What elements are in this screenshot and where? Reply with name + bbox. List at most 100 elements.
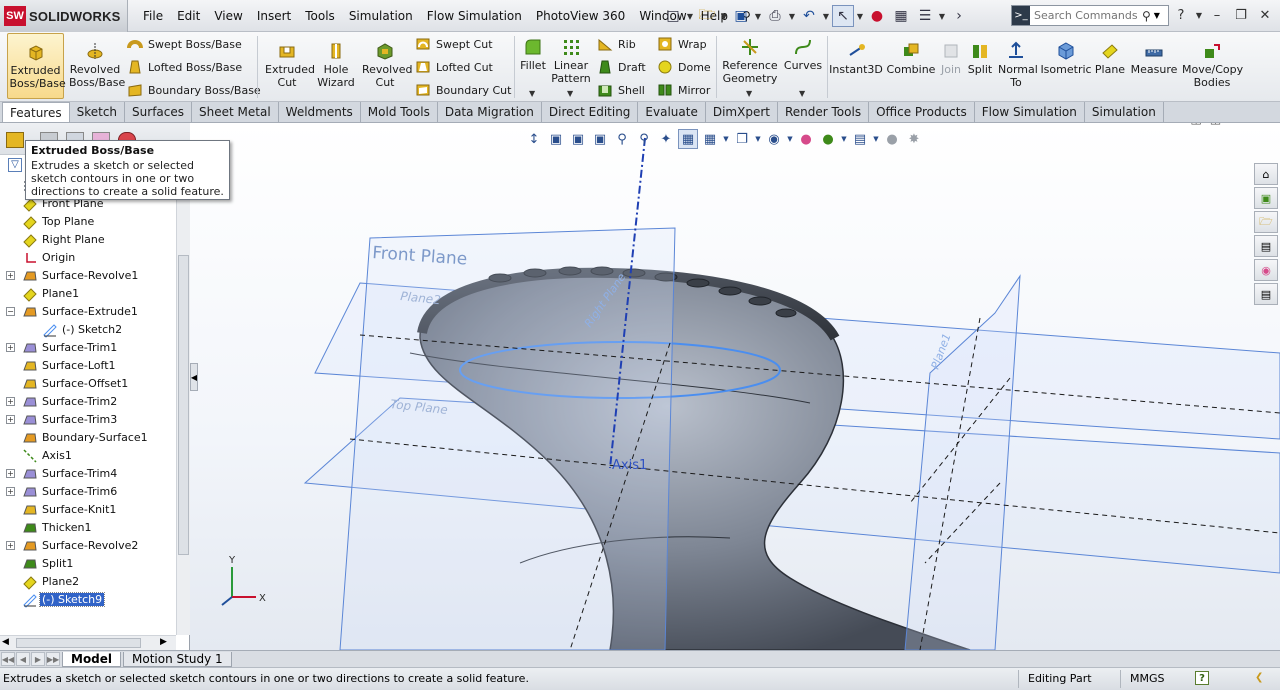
chevron-down-icon[interactable]: ▼: [722, 129, 730, 149]
file-explorer-icon[interactable]: 🗁: [1254, 211, 1278, 233]
feature-tree-item[interactable]: (-) Sketch9: [0, 591, 176, 609]
isometric-button[interactable]: Isometric: [1040, 41, 1092, 76]
tab-dimxpert[interactable]: DimXpert: [706, 102, 778, 122]
feature-tree-item[interactable]: Plane2: [0, 573, 176, 591]
tab-office-products[interactable]: Office Products: [869, 102, 975, 122]
chevron-down-icon[interactable]: ▼: [567, 89, 573, 98]
feature-tree-item[interactable]: Surface-Loft1: [0, 357, 176, 375]
chevron-down-icon[interactable]: ▼: [872, 129, 880, 149]
expand-icon[interactable]: +: [6, 469, 15, 478]
expand-icon[interactable]: +: [6, 415, 15, 424]
feature-tree-item[interactable]: + Surface-Trim6: [0, 483, 176, 501]
feature-tree-item[interactable]: + Surface-Trim4: [0, 465, 176, 483]
shadows-icon[interactable]: ✸: [904, 129, 924, 149]
save-icon[interactable]: ▣: [730, 5, 752, 27]
chevron-down-icon[interactable]: ▼: [720, 12, 728, 21]
rebuild-traffic-light-icon[interactable]: ●: [866, 5, 888, 27]
combine-button[interactable]: Combine: [887, 41, 935, 76]
feature-tree-item[interactable]: Axis1: [0, 447, 176, 465]
feature-tree-item[interactable]: Right Plane: [0, 231, 176, 249]
edit-appearance-icon[interactable]: ❐: [732, 129, 752, 149]
collapse-icon[interactable]: −: [6, 307, 15, 316]
tab-sheet-metal[interactable]: Sheet Metal: [192, 102, 279, 122]
front-plane-outline[interactable]: [339, 227, 676, 650]
linear-pattern-button[interactable]: Linear Pattern: [550, 37, 592, 85]
quick-tips-help-icon[interactable]: ?: [1195, 671, 1209, 685]
tab-model[interactable]: Model: [62, 651, 122, 667]
menu-view[interactable]: View: [207, 9, 249, 23]
chevron-left-icon[interactable]: ❮: [1255, 672, 1263, 683]
feature-tree-item[interactable]: Origin: [0, 249, 176, 267]
menu-insert[interactable]: Insert: [250, 9, 298, 23]
chevron-down-icon[interactable]: ▼: [686, 12, 694, 21]
revolved-cut-button[interactable]: Revolved Cut: [360, 41, 412, 89]
boundary-boss-base-button[interactable]: Boundary Boss/Base: [127, 80, 261, 100]
search-commands-input[interactable]: [1030, 9, 1142, 22]
feature-tree-item[interactable]: + Surface-Trim2: [0, 393, 176, 411]
view-orientation-icon[interactable]: ✦: [656, 129, 676, 149]
menu-edit[interactable]: Edit: [170, 9, 207, 23]
restore-icon[interactable]: ❐: [1243, 123, 1254, 126]
tab-evaluate[interactable]: Evaluate: [638, 102, 706, 122]
boundary-cut-button[interactable]: Boundary Cut: [415, 80, 511, 100]
split-button[interactable]: Split: [967, 41, 993, 76]
plane-button[interactable]: Plane: [1094, 41, 1126, 76]
feature-tree-item[interactable]: + Surface-Revolve1: [0, 267, 176, 285]
feature-tree-item[interactable]: Plane1: [0, 285, 176, 303]
tab-surfaces[interactable]: Surfaces: [125, 102, 193, 122]
minimize-icon[interactable]: –: [1229, 123, 1235, 126]
tab-render-tools[interactable]: Render Tools: [778, 102, 870, 122]
close-icon[interactable]: ✕: [1262, 123, 1272, 126]
tab-direct-editing[interactable]: Direct Editing: [542, 102, 639, 122]
appearances-scenes-icon[interactable]: ◉: [1254, 259, 1278, 281]
tile-horizontal-icon[interactable]: ◫: [1190, 123, 1201, 126]
display-style-icon[interactable]: ▦: [678, 129, 698, 149]
instant3d-button[interactable]: Instant3D: [829, 41, 883, 76]
curves-button[interactable]: Curves: [783, 37, 823, 72]
chevron-down-icon[interactable]: ▼: [1154, 11, 1160, 20]
new-document-icon[interactable]: □: [662, 5, 684, 27]
chevron-down-icon[interactable]: ▼: [856, 12, 864, 21]
lofted-cut-button[interactable]: Lofted Cut: [415, 57, 493, 77]
appearance-color-icon[interactable]: ●: [796, 129, 816, 149]
menu-simulation[interactable]: Simulation: [342, 9, 420, 23]
solidworks-logo[interactable]: SW SOLIDWORKS: [0, 0, 128, 32]
fillet-button[interactable]: Fillet: [518, 37, 548, 72]
scroll-left-icon[interactable]: ◀: [2, 637, 9, 647]
tab-data-migration[interactable]: Data Migration: [438, 102, 542, 122]
chevron-down-icon[interactable]: ▼: [799, 89, 805, 98]
menu-flow-simulation[interactable]: Flow Simulation: [420, 9, 529, 23]
feature-tree-item[interactable]: Split1: [0, 555, 176, 573]
feature-tree-item[interactable]: + Surface-Trim1: [0, 339, 176, 357]
panel-collapse-handle[interactable]: ◀: [190, 363, 198, 391]
tab-features[interactable]: Features: [2, 102, 70, 122]
solidworks-resources-icon[interactable]: ⌂: [1254, 163, 1278, 185]
chevron-down-icon[interactable]: ▼: [529, 89, 535, 98]
options-icon[interactable]: ☰: [914, 5, 936, 27]
section-view-icon[interactable]: ▣: [590, 129, 610, 149]
zoom-to-fit-icon[interactable]: ↕: [524, 129, 544, 149]
feature-tree-item[interactable]: Top Plane: [0, 213, 176, 231]
graphics-area[interactable]: Front Plane Plane2 Top Plane Right Plane…: [190, 123, 1280, 650]
next-tab-icon[interactable]: ▶: [31, 652, 45, 666]
first-tab-icon[interactable]: ◀◀: [1, 652, 15, 666]
restore-icon[interactable]: ❐: [1230, 5, 1252, 25]
undo-icon[interactable]: ↶: [798, 5, 820, 27]
tree-vertical-scrollbar[interactable]: [176, 155, 190, 635]
revolved-boss-base-button[interactable]: Revolved Boss/Base: [68, 41, 125, 89]
chevron-down-icon[interactable]: ▼: [786, 129, 794, 149]
menu-photoview-360[interactable]: PhotoView 360: [529, 9, 632, 23]
swept-cut-button[interactable]: Swept Cut: [415, 34, 493, 54]
tab-weldments[interactable]: Weldments: [279, 102, 361, 122]
filter-icon[interactable]: ▽: [8, 158, 22, 172]
scroll-right-icon[interactable]: ▶: [160, 637, 167, 647]
feature-tree-item[interactable]: Surface-Knit1: [0, 501, 176, 519]
menu-tools[interactable]: Tools: [298, 9, 342, 23]
last-tab-icon[interactable]: ▶▶: [46, 652, 60, 666]
draft-button[interactable]: Draft: [597, 57, 646, 77]
chevron-down-icon[interactable]: ▼: [754, 12, 762, 21]
expand-icon[interactable]: +: [6, 397, 15, 406]
shell-button[interactable]: Shell: [597, 80, 645, 100]
view-settings-icon[interactable]: ▤: [850, 129, 870, 149]
reference-geometry-button[interactable]: Reference Geometry: [722, 37, 778, 85]
